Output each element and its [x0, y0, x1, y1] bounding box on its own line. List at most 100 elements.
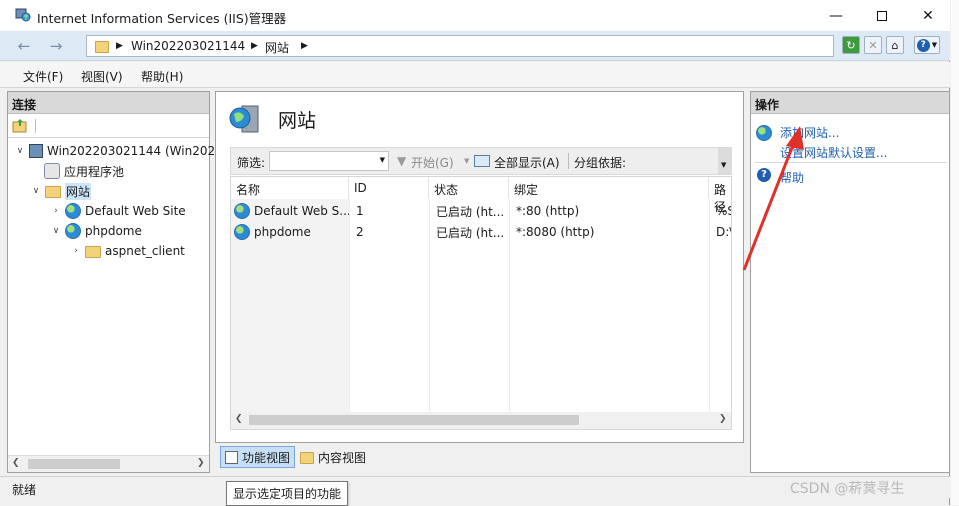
refresh-button[interactable]: ↻ — [842, 36, 860, 54]
tree-node-aspnet-client[interactable]: › aspnet_client — [70, 242, 185, 260]
background-window-edge — [951, 0, 959, 505]
scroll-left-icon[interactable]: ❮ — [235, 414, 243, 424]
cell-text: phpdome — [254, 225, 311, 239]
add-website-icon — [756, 125, 772, 141]
sites-folder-icon — [45, 186, 61, 198]
maximize-button[interactable] — [859, 0, 905, 31]
minimize-button[interactable]: — — [813, 0, 859, 31]
filter-label: 筛选: — [237, 156, 266, 170]
website-globe-icon — [234, 203, 250, 219]
crumb-separator-icon: ▶ — [301, 41, 308, 51]
table-cell: D:\ — [716, 225, 731, 239]
column-divider — [509, 199, 510, 412]
connections-pane: 连接 ∨ Win202203021144 (Win202 应用程序池 ∨ 网站 … — [7, 91, 215, 473]
column-header-name[interactable]: 名称 ⌃ — [231, 177, 349, 199]
connect-icon[interactable] — [12, 118, 28, 134]
sites-globe-icon — [229, 105, 259, 133]
tree-label-default-web-site: Default Web Site — [85, 204, 186, 218]
column-header-id[interactable]: ID — [349, 177, 429, 199]
crumb-sites[interactable]: 网站 — [265, 39, 289, 56]
chevron-down-icon: ▼ — [931, 41, 938, 49]
toolbar-divider — [35, 119, 36, 133]
tree-label-phpdome: phpdome — [85, 224, 142, 238]
group-by-label[interactable]: 分组依据: — [574, 154, 626, 171]
chevron-down-icon: ▼ — [379, 156, 385, 164]
chevron-down-icon: ∨ — [32, 186, 40, 196]
add-website-link[interactable]: 添加网站... — [780, 124, 839, 141]
start-filter-button[interactable]: 开始(G) — [411, 154, 454, 171]
actions-divider — [755, 162, 947, 163]
refresh-icon: ↻ — [846, 38, 856, 52]
table-row-default-web-site-name[interactable]: Default Web S... — [231, 201, 349, 221]
tree-node-default-web-site[interactable]: › Default Web Site — [50, 202, 186, 220]
address-site-icon — [95, 41, 109, 53]
tooltip: 显示选定项目的功能 — [226, 481, 349, 506]
chevron-down-icon: ∨ — [52, 226, 60, 236]
sort-ascending-icon: ⌃ — [285, 176, 293, 184]
menu-help[interactable]: 帮助(H) — [141, 68, 183, 85]
column-header-path[interactable]: 路径 — [709, 177, 731, 214]
help-dropdown-button[interactable]: ? ▼ — [914, 36, 940, 54]
app-pool-icon — [44, 163, 60, 179]
tree-label-aspnet-client: aspnet_client — [105, 244, 185, 258]
connections-header: 连接 — [8, 92, 209, 114]
funnel-icon: ▼ — [397, 154, 407, 168]
show-all-button[interactable]: 全部显示(A) — [494, 154, 560, 171]
table-cell: 2 — [356, 225, 364, 239]
filter-input[interactable]: ▼ — [269, 151, 389, 171]
set-site-defaults-link[interactable]: 设置网站默认设置... — [780, 144, 887, 161]
iis-manager-window: Internet Information Services (IIS)管理器 —… — [0, 0, 951, 506]
chevron-down-icon: ▼ — [721, 161, 727, 169]
column-divider — [709, 199, 710, 412]
toolbar-overflow-button[interactable]: ▼ — [718, 148, 732, 174]
scroll-left-icon[interactable]: ❮ — [12, 458, 20, 468]
column-divider — [349, 199, 350, 412]
home-button[interactable]: ⌂ — [886, 36, 904, 54]
connections-horizontal-scrollbar[interactable]: ❮ ❯ — [8, 455, 209, 472]
stop-button[interactable]: ✕ — [864, 36, 882, 54]
scroll-right-icon[interactable]: ❯ — [719, 414, 727, 424]
tree-node-app-pools[interactable]: 应用程序池 — [44, 162, 124, 180]
folder-icon — [85, 246, 101, 258]
table-horizontal-scrollbar[interactable]: ❮ ❯ — [231, 412, 731, 429]
crumb-server[interactable]: Win202203021144 — [131, 39, 245, 53]
help-link[interactable]: 帮助 — [780, 169, 804, 186]
sites-table: 名称 ⌃ ID 状态 绑定 路径 Default Web S... 1 已启动 … — [230, 176, 732, 430]
website-globe-icon — [65, 203, 81, 219]
chevron-down-icon: ▼ — [464, 157, 470, 165]
table-row-phpdome-name[interactable]: phpdome — [231, 222, 349, 242]
back-button[interactable]: ← — [12, 35, 36, 57]
menu-file[interactable]: 文件(F) — [23, 68, 63, 85]
scrollbar-thumb[interactable] — [249, 415, 579, 425]
menu-view[interactable]: 视图(V) — [81, 68, 123, 85]
help-icon: ? — [916, 38, 930, 52]
actions-pane: 操作 添加网站... 设置网站默认设置... ? 帮助 — [750, 91, 950, 473]
maximize-icon — [877, 10, 887, 21]
tree-node-phpdome[interactable]: ∨ phpdome — [50, 222, 142, 240]
forward-arrow-icon: → — [49, 37, 63, 55]
tab-features-view-label: 功能视图 — [242, 450, 291, 465]
table-cell: 已启动 (ht... — [436, 204, 505, 219]
column-header-status[interactable]: 状态 — [429, 177, 509, 199]
minimize-icon: — — [829, 7, 843, 24]
chevron-down-icon: ∨ — [16, 146, 24, 156]
forward-button[interactable]: → — [44, 35, 68, 57]
scrollbar-thumb[interactable] — [28, 459, 120, 469]
content-view-icon — [300, 452, 314, 464]
table-cell: *:8080 (http) — [516, 225, 595, 239]
tab-content-view[interactable]: 内容视图 — [296, 446, 370, 468]
help-icon: ? — [757, 168, 771, 182]
tree-node-sites[interactable]: ∨ 网站 — [30, 182, 92, 200]
tab-features-view[interactable]: 功能视图 — [220, 446, 296, 468]
crumb-separator-icon: ▶ — [116, 41, 123, 51]
status-text: 就绪 — [12, 483, 37, 497]
scroll-right-icon[interactable]: ❯ — [197, 458, 205, 468]
cell-text: Default Web S... — [254, 204, 349, 218]
tree-node-server[interactable]: ∨ Win202203021144 (Win202 — [14, 142, 215, 160]
tree-label-sites: 网站 — [65, 182, 92, 200]
tree-label-server: Win202203021144 (Win202 — [47, 144, 216, 158]
close-button[interactable]: ✕ — [905, 0, 951, 31]
column-header-binding[interactable]: 绑定 — [509, 177, 709, 199]
address-bar[interactable]: ▶ Win202203021144 ▶ 网站 ▶ — [86, 35, 834, 57]
watermark: CSDN @菥蓂寻生 — [790, 481, 905, 497]
